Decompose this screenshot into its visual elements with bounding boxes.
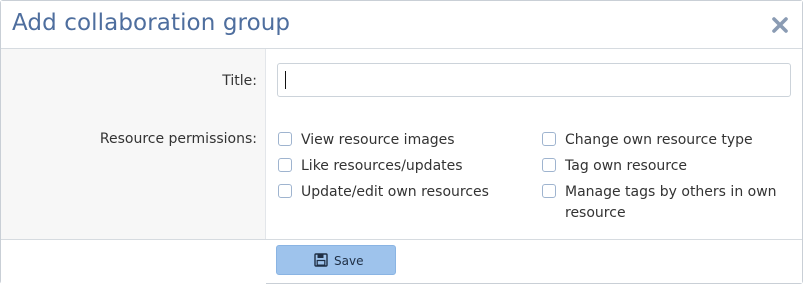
dialog-title: Add collaboration group — [12, 10, 291, 36]
footer-spacer — [1, 240, 266, 284]
dialog-footer: Save — [1, 239, 802, 284]
checkbox[interactable] — [542, 158, 556, 172]
add-collaboration-group-dialog: Add collaboration group Title: Resource … — [0, 0, 803, 284]
permission-label: Manage tags by others in own resource — [565, 184, 777, 221]
checkbox[interactable] — [278, 132, 292, 146]
save-label: Save — [334, 254, 364, 268]
permission-label: View resource images — [301, 132, 455, 148]
title-input[interactable] — [277, 63, 791, 97]
checkbox[interactable] — [542, 184, 556, 198]
permission-label: Update/edit own resources — [301, 184, 489, 200]
dialog-body: Title: Resource permissions: View resour… — [1, 49, 802, 239]
floppy-disk-icon — [314, 253, 328, 267]
close-icon[interactable] — [770, 15, 790, 35]
checkbox[interactable] — [278, 184, 292, 198]
title-label: Title: — [222, 73, 257, 89]
resource-permissions-label: Resource permissions: — [99, 131, 257, 147]
dialog-header: Add collaboration group — [1, 1, 802, 49]
text-cursor — [285, 71, 286, 89]
permission-label: Like resources/updates — [301, 158, 463, 174]
checkbox[interactable] — [542, 132, 556, 146]
checkbox[interactable] — [278, 158, 292, 172]
save-button[interactable]: Save — [276, 245, 396, 275]
permission-label: Change own resource type — [565, 132, 753, 148]
permission-label: Tag own resource — [565, 158, 688, 174]
